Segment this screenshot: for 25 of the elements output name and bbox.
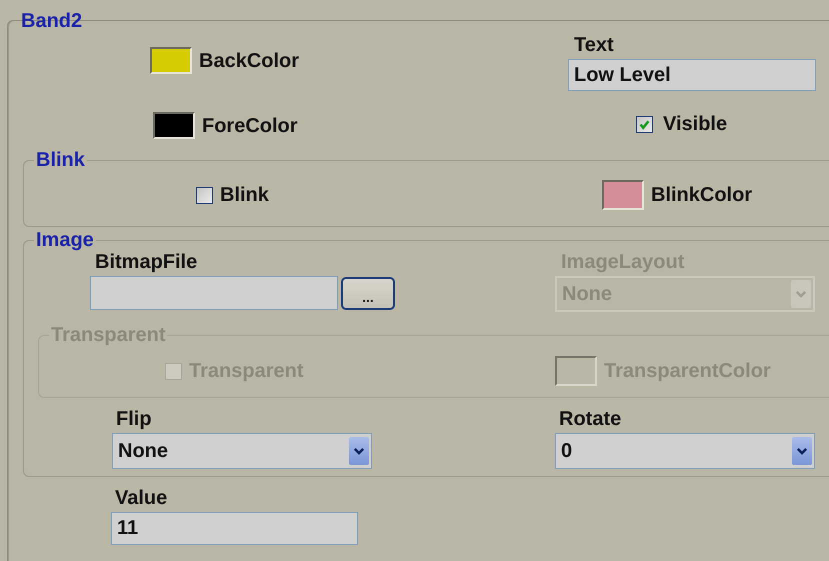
rotate-label: Rotate <box>559 408 622 430</box>
fore-color-label: ForeColor <box>202 114 298 136</box>
dropdown[interactable]: 0 <box>555 433 815 469</box>
checkmark-icon <box>638 118 651 130</box>
browse-button[interactable]: ... <box>341 276 395 310</box>
checkbox[interactable] <box>196 186 213 204</box>
value-field[interactable]: 11 <box>111 512 358 545</box>
color-swatch[interactable] <box>602 180 644 210</box>
back-color-label: BackColor <box>199 50 300 72</box>
value-label: Value <box>115 487 168 509</box>
group-title: Blink <box>35 149 86 171</box>
dropdown[interactable]: None <box>112 433 372 469</box>
color-swatch[interactable] <box>150 47 192 74</box>
text-label: Text <box>574 34 614 56</box>
text-field[interactable]: Low Level <box>568 59 816 91</box>
checkbox[interactable] <box>636 116 653 132</box>
color-swatch[interactable] <box>153 112 195 139</box>
bitmap-file-label: BitmapFile <box>95 251 198 273</box>
group-title: Band2 <box>20 10 84 32</box>
flip-label: Flip <box>116 408 152 430</box>
blink-color-label: BlinkColor <box>651 184 752 206</box>
blink-label: Blink <box>220 184 269 206</box>
visible-label: Visible <box>663 113 728 135</box>
file-path-field[interactable] <box>90 276 338 310</box>
group-title: Image <box>35 229 95 251</box>
